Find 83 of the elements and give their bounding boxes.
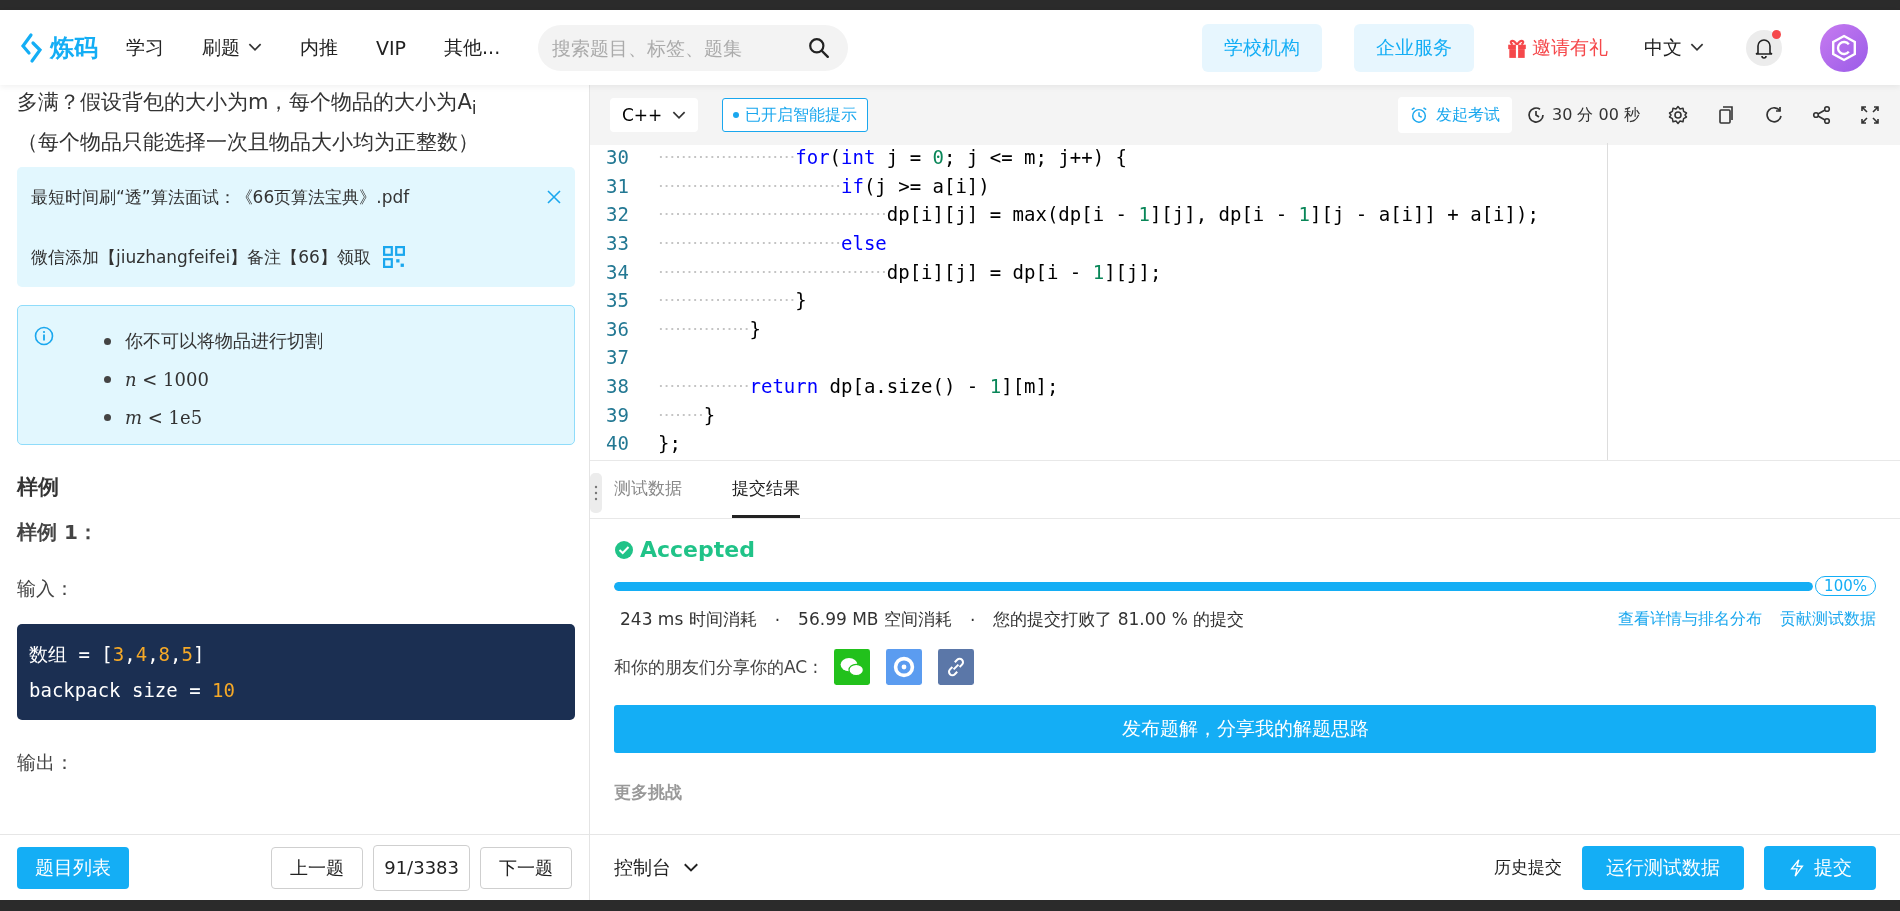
invite-link[interactable]: 邀请有礼: [1532, 34, 1608, 61]
check-circle-icon: [614, 539, 634, 560]
bullet-icon: [104, 413, 111, 421]
caret-icon[interactable]: [248, 43, 262, 52]
problem-text: （每个物品只能选择一次且物品大小均为正整数）: [17, 129, 480, 157]
result-tab[interactable]: 测试数据: [614, 461, 682, 518]
stat-text: ·: [774, 609, 781, 630]
link-share-icon[interactable]: [938, 649, 975, 685]
copy-icon[interactable]: [1716, 105, 1736, 125]
bullet-icon: [104, 375, 111, 383]
code-line: 数组 = [3,4,8,5]: [29, 642, 205, 668]
avatar-icon[interactable]: [1820, 23, 1868, 72]
code-line: return dp[a.size() - 1][m];: [658, 375, 1059, 398]
line-number: 31: [605, 174, 630, 197]
code-line: };: [658, 432, 681, 455]
language-dropdown[interactable]: C++: [610, 98, 699, 132]
bullet-icon: [104, 337, 111, 345]
note-text: n < 1000: [125, 368, 209, 390]
search-field[interactable]: 搜索题目、标签、题集: [538, 24, 849, 71]
code-line: backpack size = 10: [29, 678, 235, 704]
line-number: 37: [605, 346, 630, 369]
stat-text: 您的提交打败了 81.00 % 的提交: [993, 608, 1245, 631]
console-toggle[interactable]: 控制台: [614, 854, 699, 881]
language-dropdown[interactable]: 中文: [1644, 34, 1704, 61]
shutter-share-icon[interactable]: [886, 649, 923, 685]
drag-handle-icon[interactable]: [590, 473, 602, 513]
caret-icon[interactable]: [672, 110, 687, 120]
code-line: }: [658, 317, 761, 340]
nav-link[interactable]: 学习: [126, 34, 164, 61]
line-number: 39: [605, 403, 630, 426]
example-title: 样例 1：: [17, 519, 99, 547]
share-icon[interactable]: [1812, 105, 1832, 125]
code-line: }: [658, 289, 807, 312]
note-text: m < 1e5: [125, 406, 203, 428]
line-number: 40: [605, 432, 630, 455]
clock-icon: [1526, 105, 1546, 125]
stat-text: 243 ms 时间消耗: [620, 608, 757, 631]
info-icon: [34, 326, 54, 347]
line-number: 30: [605, 146, 630, 169]
nav-link[interactable]: 刷题: [202, 34, 262, 61]
alarm-clock-icon[interactable]: [1410, 106, 1428, 124]
line-number: 32: [605, 203, 630, 226]
problem-counter[interactable]: 91/3383: [373, 844, 470, 891]
status-text: Accepted: [640, 537, 755, 562]
result-tab[interactable]: 提交结果: [732, 461, 800, 518]
code-line: dp[i][j] = max(dp[i - 1][j], dp[i - 1][j - a[i]] + a[i]);: [658, 203, 1539, 226]
stat-text: ·: [969, 609, 976, 630]
notification-button[interactable]: [1746, 29, 1782, 66]
line-number: 34: [605, 260, 630, 283]
caret-icon[interactable]: [1690, 43, 1704, 52]
previous-button[interactable]: 上一题: [271, 846, 364, 889]
progress-percent: 100%: [1815, 576, 1876, 596]
history-link[interactable]: 历史提交: [1494, 856, 1562, 879]
bell-icon[interactable]: [1754, 36, 1774, 59]
code-line: else: [658, 232, 887, 255]
code-line: for(int j = 0; j <= m; j++) {: [658, 146, 1128, 169]
next-button[interactable]: 下一题: [480, 846, 572, 889]
nav-link[interactable]: 内推: [300, 34, 338, 61]
timer-text: 30 分 00 秒: [1552, 104, 1640, 126]
line-number: 38: [605, 375, 630, 398]
search-icon[interactable]: [808, 36, 831, 59]
output-label: 输出：: [17, 750, 75, 776]
fullscreen-icon[interactable]: [1860, 105, 1880, 125]
refresh-icon[interactable]: [1764, 105, 1784, 125]
line-number: 36: [605, 317, 630, 340]
section-heading: 更多挑战: [614, 781, 683, 804]
line-number: 35: [605, 289, 630, 312]
section-heading: 样例: [17, 474, 60, 502]
nav-link[interactable]: 其他...: [444, 34, 501, 61]
promo-text[interactable]: 最短时间刷“透”算法面试：《66页算法宝典》.pdf: [31, 185, 410, 209]
settings-icon[interactable]: [1668, 105, 1688, 125]
caret-icon[interactable]: [683, 862, 699, 873]
promo-text: 微信添加【jiuzhangfeifei】备注【66】领取: [31, 245, 371, 269]
share-label: 和你的朋友们分享你的AC :: [614, 655, 819, 679]
line-number: 33: [605, 232, 630, 255]
code-line: }: [658, 403, 716, 426]
problem-text: 多满？假设背包的大小为m，每个物品的大小为A$_{i}$: [17, 89, 478, 121]
input-label: 输入：: [17, 576, 75, 602]
code-line: dp[i][j] = dp[i - 1][j];: [658, 260, 1162, 283]
nav-link[interactable]: VIP: [376, 36, 407, 59]
code-line: if(j >= a[i]): [658, 174, 990, 197]
stat-text: 56.99 MB 空间消耗: [798, 608, 952, 631]
note-text: 你不可以将物品进行切割: [125, 329, 323, 354]
